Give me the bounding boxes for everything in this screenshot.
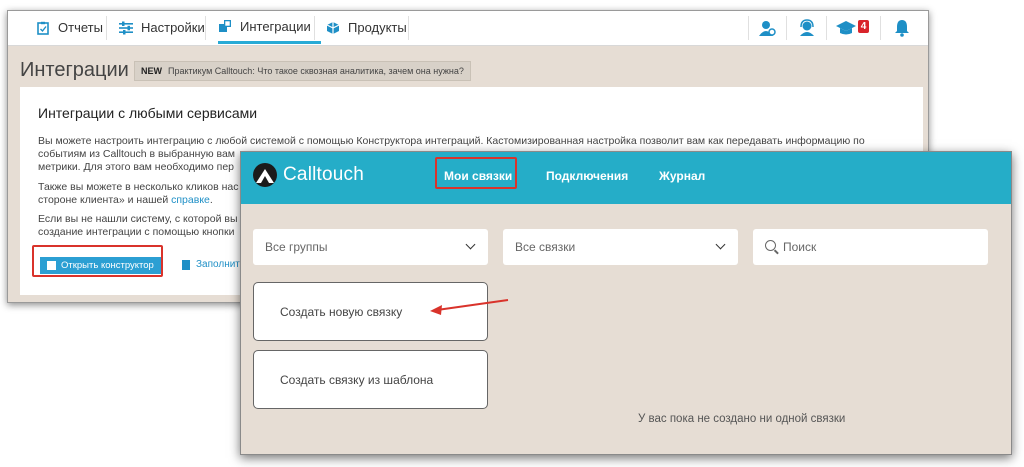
document-icon <box>182 259 190 270</box>
clipboard-icon <box>37 21 49 35</box>
p1-line1: Вы можете настроить интеграцию с любой с… <box>38 135 865 147</box>
fill-form-link[interactable]: Заполнить <box>182 259 245 270</box>
top-navigation: Отчеты Настройки Интеграции Продукты 4 <box>8 11 928 46</box>
support-icon[interactable] <box>798 19 816 37</box>
tab-integrations[interactable]: Интеграции <box>218 11 321 44</box>
tab-settings[interactable]: Настройки <box>119 11 205 44</box>
bell-icon[interactable] <box>893 19 911 37</box>
divider <box>205 16 206 40</box>
highlight-open-constructor <box>32 245 163 277</box>
user-settings-icon[interactable] <box>758 19 776 37</box>
divider <box>826 16 827 40</box>
divider <box>408 16 409 40</box>
help-link[interactable]: справке <box>171 194 210 206</box>
p3-line2: создание интеграции с помощью кнопки <box>38 226 235 238</box>
tab-settings-label: Настройки <box>141 20 205 35</box>
tab-products[interactable]: Продукты <box>326 11 407 44</box>
divider <box>106 16 107 40</box>
tab-products-label: Продукты <box>348 20 407 35</box>
page-title: Интеграции <box>20 59 129 81</box>
divider <box>748 16 749 40</box>
divider <box>314 16 315 40</box>
products-icon <box>326 21 340 34</box>
notification-count-badge: 4 <box>858 20 869 33</box>
pointer-arrow <box>430 299 509 315</box>
p1-line3: метрики. Для этого вам необходимо пер <box>38 161 235 173</box>
sliders-icon <box>119 21 133 34</box>
graduation-cap-icon[interactable] <box>836 19 856 37</box>
p1-line2: событиям из Calltouch в выбранную вам <box>38 148 236 160</box>
p2-line1: Также вы можете в несколько кликов нас <box>38 181 239 193</box>
p3-line1: Если вы не нашли систему, с которой вы <box>38 213 238 225</box>
new-badge: NEW <box>141 66 162 76</box>
tab-reports[interactable]: Отчеты <box>36 11 103 44</box>
divider <box>786 16 787 40</box>
empty-state-message: У вас пока не создано ни одной связки <box>638 413 846 425</box>
news-text: Практикум Calltouch: Что такое сквозная … <box>168 66 464 76</box>
tab-reports-label: Отчеты <box>58 20 103 35</box>
panel-heading: Интеграции с любыми сервисами <box>38 105 258 121</box>
fill-form-label: Заполнить <box>196 259 246 270</box>
calltouch-links-window: Calltouch Мои связки Подключения Журнал … <box>240 151 1012 455</box>
puzzle-icon <box>219 20 231 32</box>
p2-line2: стороне клиента» и нашей <box>38 194 169 206</box>
tab-integrations-label: Интеграции <box>240 18 311 34</box>
divider <box>880 16 881 40</box>
news-banner[interactable]: NEW Практикум Calltouch: Что такое сквозн… <box>134 61 471 81</box>
